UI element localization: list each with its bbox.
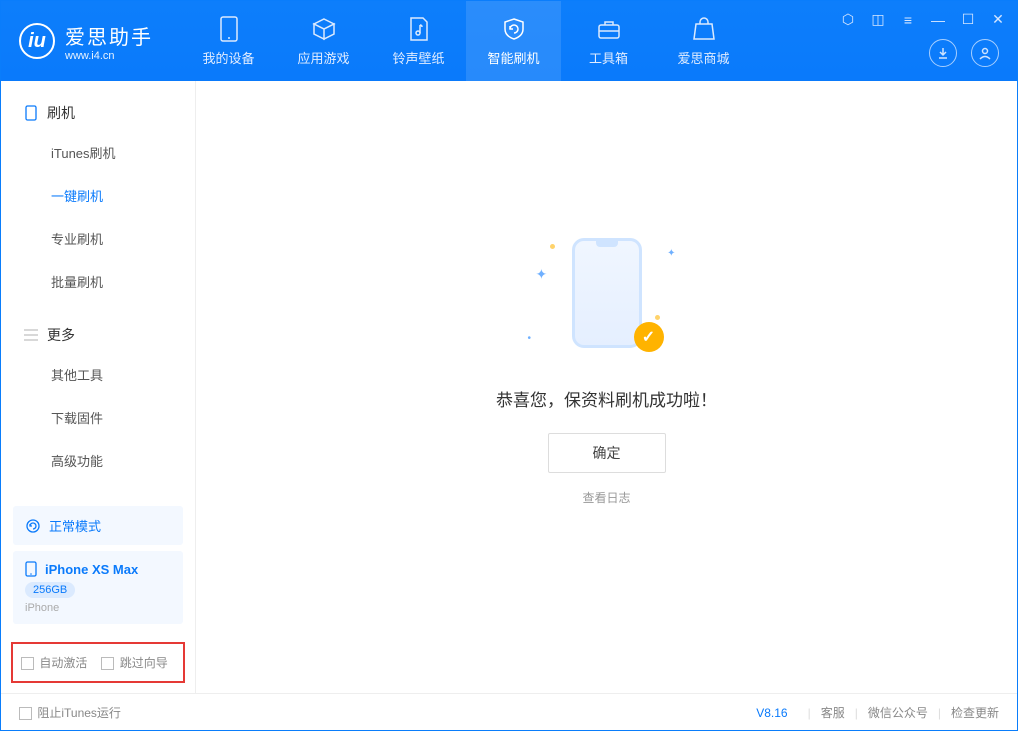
user-icon[interactable] [971,39,999,67]
footer-link-update[interactable]: 检查更新 [951,704,999,721]
music-file-icon [406,16,432,42]
check-circle-icon: ✓ [634,322,664,352]
device-name: iPhone XS Max [45,562,138,577]
device-icon [216,16,242,42]
close-button[interactable]: ✕ [989,11,1007,28]
maximize-button[interactable]: ☐ [959,11,977,28]
mode-label: 正常模式 [49,516,101,535]
header-actions [929,39,999,67]
shirt-icon[interactable]: ⬡ [839,11,857,28]
checkbox-auto-activate[interactable]: 自动激活 [21,654,87,671]
main-content: ✓ ✦ ✦ • 恭喜您，保资料刷机成功啦！ 确定 查看日志 [196,81,1017,693]
phone-outline-icon [25,561,37,577]
tab-my-device[interactable]: 我的设备 [181,1,276,81]
list-icon [23,327,39,343]
device-type: iPhone [25,602,171,614]
app-title: 爱思助手 [65,21,153,50]
checkbox-skip-wizard[interactable]: 跳过向导 [101,654,167,671]
logo-icon: iu [19,23,55,59]
version-label: V8.16 [756,706,787,720]
footer-link-wechat[interactable]: 微信公众号 [868,704,928,721]
sidebar-item-download-firmware[interactable]: 下载固件 [1,396,195,439]
shield-refresh-icon [501,16,527,42]
checkbox-block-itunes[interactable]: 阻止iTunes运行 [19,704,121,721]
sidebar-item-batch-flash[interactable]: 批量刷机 [1,260,195,303]
tab-ringtones[interactable]: 铃声壁纸 [371,1,466,81]
section-title: 更多 [47,325,75,345]
tab-flash[interactable]: 智能刷机 [466,1,561,81]
sidebar-item-other-tools[interactable]: 其他工具 [1,353,195,396]
sidebar-section-more: 更多 [1,317,195,353]
minimize-button[interactable]: — [929,12,947,28]
tab-label: 智能刷机 [487,48,539,67]
tab-label: 爱思商城 [677,48,729,67]
status-bar: 阻止iTunes运行 V8.16 | 客服 | 微信公众号 | 检查更新 [1,693,1017,731]
refresh-icon [25,518,41,534]
bag-icon [691,16,717,42]
sidebar-item-pro-flash[interactable]: 专业刷机 [1,217,195,260]
storage-badge: 256GB [25,582,75,598]
tab-label: 铃声壁纸 [392,48,444,67]
cube-icon [311,16,337,42]
top-tabs: 我的设备 应用游戏 铃声壁纸 智能刷机 工具箱 爱思商城 [181,1,751,81]
download-icon[interactable] [929,39,957,67]
sidebar-item-advanced[interactable]: 高级功能 [1,439,195,482]
app-url: www.i4.cn [65,50,153,62]
sidebar-item-oneclick-flash[interactable]: 一键刷机 [1,174,195,217]
app-header: iu 爱思助手 www.i4.cn 我的设备 应用游戏 铃声壁纸 智能刷机 工具… [1,1,1017,81]
toolbox-icon [596,16,622,42]
tab-apps[interactable]: 应用游戏 [276,1,371,81]
footer-link-support[interactable]: 客服 [821,704,845,721]
phone-icon [23,105,39,121]
window-controls: ⬡ ◫ ≡ — ☐ ✕ [839,11,1007,28]
logo-area: iu 爱思助手 www.i4.cn [1,21,171,62]
ok-button[interactable]: 确定 [548,433,666,473]
tab-toolbox[interactable]: 工具箱 [561,1,656,81]
device-card[interactable]: iPhone XS Max 256GB iPhone [13,551,183,624]
tab-store[interactable]: 爱思商城 [656,1,751,81]
success-message: 恭喜您，保资料刷机成功啦！ [496,386,717,411]
lock-icon[interactable]: ◫ [869,11,887,28]
success-illustration: ✓ ✦ ✦ • [532,238,682,358]
sidebar-section-flash: 刷机 [1,95,195,131]
tab-label: 我的设备 [202,48,254,67]
options-highlight-box: 自动激活 跳过向导 [11,642,185,683]
menu-icon[interactable]: ≡ [899,12,917,28]
section-title: 刷机 [47,103,75,123]
mode-block[interactable]: 正常模式 [13,506,183,545]
tab-label: 工具箱 [589,48,628,67]
sidebar: 刷机 iTunes刷机 一键刷机 专业刷机 批量刷机 更多 其他工具 下载固件 … [1,81,196,693]
view-log-link[interactable]: 查看日志 [582,489,630,506]
sidebar-item-itunes-flash[interactable]: iTunes刷机 [1,131,195,174]
tab-label: 应用游戏 [297,48,349,67]
